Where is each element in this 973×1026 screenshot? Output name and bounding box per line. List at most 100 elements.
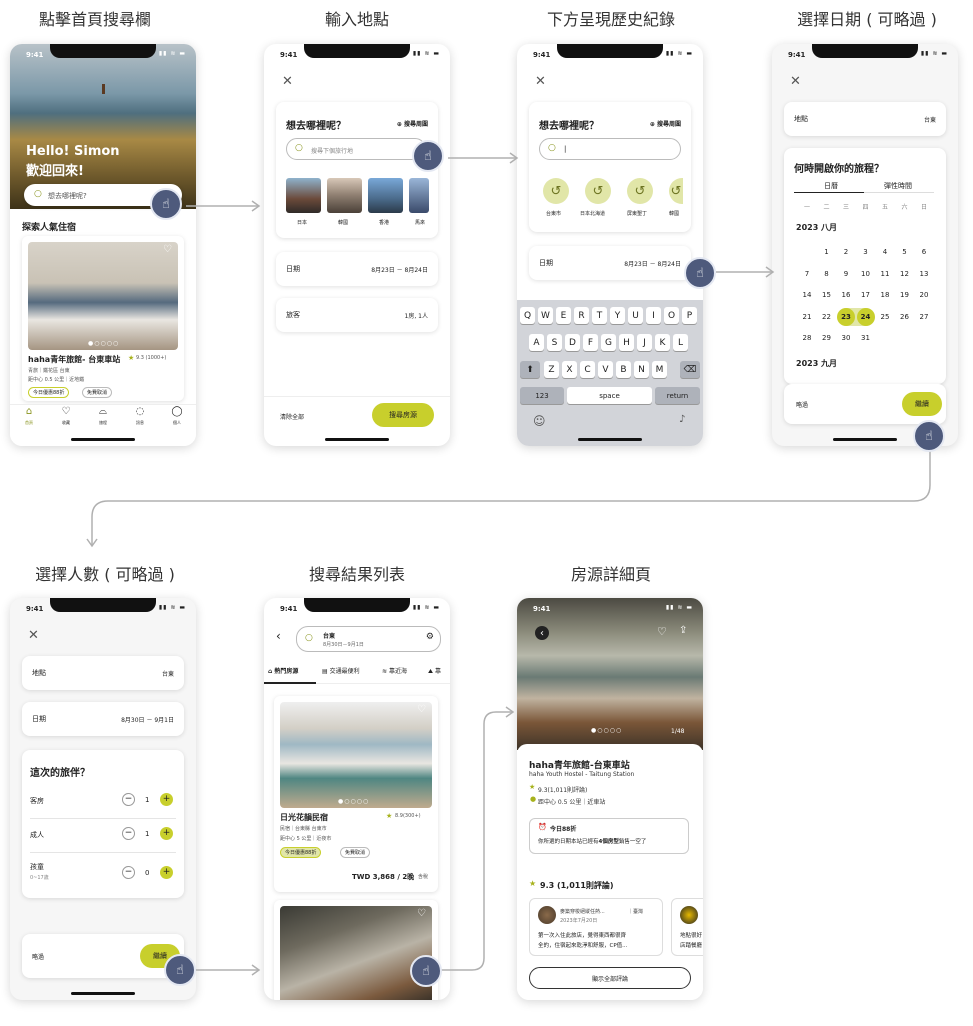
filter-icon[interactable]: ⚙ [426, 632, 434, 642]
tab-popular[interactable]: ⌂ 熱門房源 [268, 666, 298, 675]
key-o[interactable]: O [664, 307, 679, 324]
calendar-day[interactable]: 22 [818, 308, 836, 326]
calendar-day[interactable]: 20 [915, 286, 933, 304]
plus-button[interactable]: + [160, 866, 173, 879]
destination-thumb-hongkong[interactable] [368, 178, 403, 213]
numbers-key[interactable]: 123 [520, 387, 564, 404]
key-b[interactable]: B [616, 361, 631, 378]
heart-icon[interactable]: ♡ [56, 406, 76, 417]
plus-button[interactable]: + [160, 793, 173, 806]
shift-key[interactable]: ⬆ [520, 361, 540, 378]
history-clock-icon[interactable]: ↺ [627, 178, 653, 204]
key-t[interactable]: T [592, 307, 607, 324]
calendar-day[interactable]: 2 [837, 243, 855, 261]
heart-icon[interactable]: ♡ [417, 908, 426, 919]
share-icon[interactable]: ⇪ [679, 625, 687, 636]
history-clock-icon[interactable]: ↺ [669, 178, 683, 204]
nearby-search-button[interactable]: ⊕ 搜尋周圍 [650, 119, 681, 128]
history-clock-icon[interactable]: ↺ [543, 178, 569, 204]
calendar-day[interactable]: 7 [798, 265, 816, 283]
tab-mountain[interactable]: ⛰ 靠 [428, 666, 441, 676]
space-key[interactable]: space [567, 387, 652, 404]
heart-icon[interactable]: ♡ [163, 244, 172, 255]
show-all-reviews-button[interactable]: 顯示全部評論 [529, 967, 691, 989]
calendar-day[interactable]: 28 [798, 329, 816, 347]
key-m[interactable]: M [652, 361, 667, 378]
calendar-day[interactable]: 8 [818, 265, 836, 283]
back-button[interactable]: ‹ [535, 626, 549, 640]
calendar-day[interactable]: 21 [798, 308, 816, 326]
clear-all-button[interactable]: 清除全部 [280, 412, 304, 421]
destination-search-input[interactable]: ○ | [539, 138, 681, 160]
key-c[interactable]: C [580, 361, 595, 378]
close-icon[interactable]: ✕ [28, 628, 39, 643]
profile-icon[interactable]: ◯ [167, 406, 187, 417]
key-k[interactable]: K [655, 334, 670, 351]
listing-card[interactable]: ♡ ●○○○○ haha青年旅館- 台東車站 ★ 9.3 (1000+) 青旅｜… [22, 236, 184, 401]
calendar-day-selected[interactable]: 23 [837, 307, 855, 326]
key-w[interactable]: W [538, 307, 553, 324]
close-icon[interactable]: ✕ [790, 74, 801, 89]
location-row[interactable]: 地點 台東 [784, 102, 946, 136]
calendar-day[interactable]: 25 [876, 308, 894, 326]
key-j[interactable]: J [637, 334, 652, 351]
calendar-day[interactable]: 30 [837, 329, 855, 347]
destination-thumb-malaysia[interactable] [409, 178, 429, 213]
key-i[interactable]: I [646, 307, 661, 324]
skip-button[interactable]: 略過 [796, 400, 808, 409]
key-x[interactable]: X [562, 361, 577, 378]
result-card[interactable]: ♡ [274, 900, 438, 1000]
guest-row[interactable]: 旅客 1房, 1人 [276, 298, 438, 332]
search-rooms-button[interactable]: 搜尋房源 [372, 403, 434, 427]
key-l[interactable]: L [673, 334, 688, 351]
location-row[interactable]: 地點 台東 [22, 656, 184, 690]
minus-button[interactable]: − [122, 793, 135, 806]
calendar-day[interactable]: 5 [896, 243, 914, 261]
tab-calendar[interactable]: 日曆 [824, 181, 838, 191]
calendar-day[interactable]: 26 [896, 308, 914, 326]
calendar-day[interactable]: 11 [876, 265, 894, 283]
date-row[interactable]: 日期 8月30日 － 9月1日 [22, 702, 184, 736]
history-clock-icon[interactable]: ↺ [585, 178, 611, 204]
calendar-day[interactable]: 4 [876, 243, 894, 261]
date-row[interactable]: 日期 8月23日 － 8月24日 [276, 252, 438, 286]
key-z[interactable]: Z [544, 361, 559, 378]
close-icon[interactable]: ✕ [282, 74, 293, 89]
calendar-day[interactable]: 1 [818, 243, 836, 261]
review-card[interactable]: 地點很好 店踏餐廳 [671, 898, 703, 956]
nearby-search-button[interactable]: ⊕ 搜尋周圍 [397, 119, 428, 128]
date-row[interactable]: 日期 8月23日 － 8月24日 [529, 246, 691, 280]
heart-icon[interactable]: ♡ [657, 625, 667, 638]
backspace-key[interactable]: ⌫ [680, 361, 700, 378]
key-u[interactable]: U [628, 307, 643, 324]
calendar-day[interactable]: 12 [896, 265, 914, 283]
result-card[interactable]: ♡ ●○○○○ 日光花韻民宿 ★ 8.9(300+) 民宿｜台東縣 台東市 距中… [274, 696, 438, 892]
return-key[interactable]: return [655, 387, 700, 404]
key-g[interactable]: G [601, 334, 616, 351]
key-p[interactable]: P [682, 307, 697, 324]
key-e[interactable]: E [556, 307, 571, 324]
key-n[interactable]: N [634, 361, 649, 378]
calendar-day[interactable]: 10 [857, 265, 875, 283]
calendar-day[interactable]: 9 [837, 265, 855, 283]
skip-button[interactable]: 略過 [32, 952, 44, 961]
key-f[interactable]: F [583, 334, 598, 351]
heart-icon[interactable]: ♡ [417, 704, 426, 715]
key-v[interactable]: V [598, 361, 613, 378]
key-q[interactable]: Q [520, 307, 535, 324]
tab-flexible[interactable]: 彈性時間 [884, 181, 912, 191]
calendar-day[interactable]: 15 [818, 286, 836, 304]
calendar-day[interactable]: 3 [857, 243, 875, 261]
calendar-day[interactable]: 13 [915, 265, 933, 283]
close-icon[interactable]: ✕ [535, 74, 546, 89]
review-card[interactable]: 麥築穿梭絕縱任熱... ｜臺灣 2023年7月20日 第一次入住此旅店，覺得東西… [529, 898, 663, 956]
calendar-day[interactable]: 27 [915, 308, 933, 326]
results-search-bar[interactable]: ○ 台東 8月30日－9月1日 ⚙ [296, 626, 441, 652]
calendar-day[interactable]: 16 [837, 286, 855, 304]
back-chevron-icon[interactable]: ‹ [276, 629, 281, 643]
key-y[interactable]: Y [610, 307, 625, 324]
message-icon[interactable]: ◌ [130, 406, 150, 417]
home-icon[interactable]: ⌂ [19, 406, 39, 417]
continue-button[interactable]: 繼續 [902, 392, 942, 416]
microphone-icon[interactable]: ♪ [679, 414, 685, 425]
